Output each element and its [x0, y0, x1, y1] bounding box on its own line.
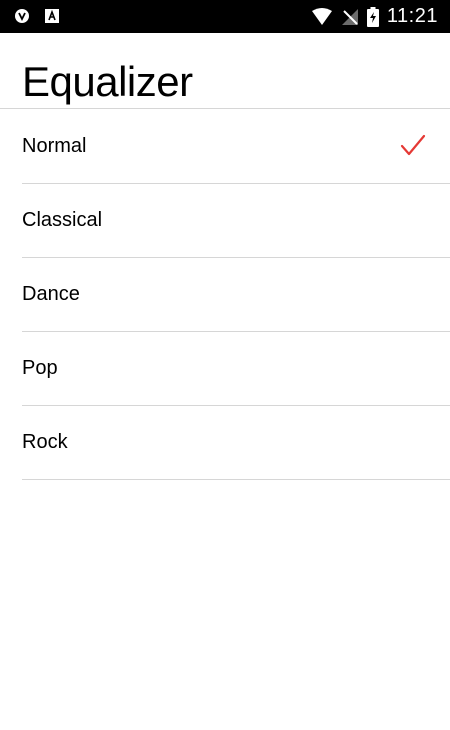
wifi-icon [311, 7, 333, 26]
preset-item-pop[interactable]: Pop [22, 332, 450, 406]
preset-item-normal[interactable]: Normal [22, 110, 450, 184]
preset-item-dance[interactable]: Dance [22, 258, 450, 332]
a-notification-icon [44, 8, 60, 24]
preset-label: Rock [22, 431, 68, 453]
preset-item-rock[interactable]: Rock [22, 406, 450, 480]
preset-label: Classical [22, 209, 103, 231]
preset-label: Normal [22, 135, 87, 157]
preset-item-classical[interactable]: Classical [22, 184, 450, 258]
preset-label: Pop [22, 357, 58, 379]
page-title: Equalizer [22, 58, 193, 105]
header-divider [0, 108, 450, 109]
preset-label: Dance [22, 283, 80, 305]
status-bar: 11:21 [0, 0, 450, 33]
checkmark-icon [400, 134, 426, 158]
battery-charging-icon [366, 6, 379, 27]
no-signal-icon [341, 8, 359, 26]
status-bar-notifications [14, 8, 60, 24]
equalizer-preset-list: Normal Classical Dance Pop Rock [0, 110, 450, 480]
status-bar-system: 11:21 [311, 4, 438, 29]
vpn-shield-icon [14, 8, 30, 24]
status-time: 11:21 [386, 5, 438, 27]
